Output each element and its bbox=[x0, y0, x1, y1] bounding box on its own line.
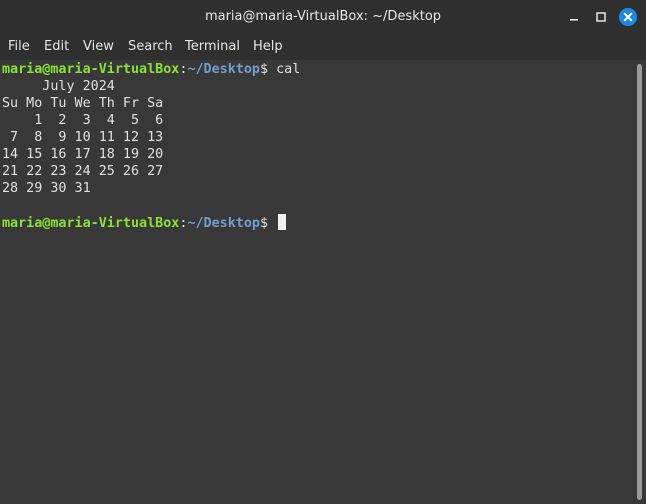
command-line: maria@maria-VirtualBox:~/Desktop$ cal bbox=[2, 61, 300, 78]
menu-edit[interactable]: Edit bbox=[44, 39, 69, 55]
calendar-week-row: 21 22 23 24 25 26 27 bbox=[2, 164, 164, 179]
prompt-symbol: $ bbox=[260, 216, 277, 231]
minimize-button[interactable] bbox=[564, 7, 584, 27]
scrollbar-thumb[interactable] bbox=[637, 64, 642, 500]
maximize-icon bbox=[596, 12, 606, 22]
maximize-button[interactable] bbox=[591, 7, 611, 27]
current-prompt-line: maria@maria-VirtualBox:~/Desktop$ bbox=[2, 214, 287, 231]
menu-view[interactable]: View bbox=[83, 39, 114, 55]
calendar-month-header: July 2024 bbox=[2, 79, 115, 94]
menu-help[interactable]: Help bbox=[253, 39, 283, 55]
close-icon bbox=[619, 8, 637, 26]
menu-terminal[interactable]: Terminal bbox=[185, 39, 240, 55]
menu-bar: File Edit View Search Terminal Help bbox=[0, 34, 646, 60]
minimize-icon bbox=[570, 19, 578, 21]
calendar-week-row: 1 2 3 4 5 6 bbox=[2, 113, 164, 128]
window-title: maria@maria-VirtualBox: ~/Desktop bbox=[204, 9, 442, 24]
terminal-window: maria@maria-VirtualBox: ~/Desktop File E… bbox=[0, 0, 646, 504]
prompt-symbol: $ bbox=[260, 62, 277, 77]
menu-file[interactable]: File bbox=[8, 39, 30, 55]
scrollbar[interactable] bbox=[634, 60, 646, 504]
title-bar[interactable]: maria@maria-VirtualBox: ~/Desktop bbox=[0, 0, 646, 34]
prompt-user: maria@maria-VirtualBox bbox=[2, 216, 180, 231]
menu-search[interactable]: Search bbox=[128, 39, 173, 55]
calendar-week-row: 28 29 30 31 bbox=[2, 181, 91, 196]
prompt-path: ~/Desktop bbox=[187, 216, 260, 231]
close-button[interactable] bbox=[618, 7, 638, 27]
calendar-week-row: 7 8 9 10 11 12 13 bbox=[2, 130, 164, 145]
prompt-user: maria@maria-VirtualBox bbox=[2, 62, 180, 77]
text-cursor bbox=[278, 214, 287, 230]
calendar-week-row: 14 15 16 17 18 19 20 bbox=[2, 147, 164, 162]
prompt-path: ~/Desktop bbox=[187, 62, 260, 77]
terminal-output[interactable]: maria@maria-VirtualBox:~/Desktop$ cal Ju… bbox=[0, 60, 634, 504]
command-text: cal bbox=[276, 62, 301, 77]
calendar-weekday-row: Su Mo Tu We Th Fr Sa bbox=[2, 96, 164, 111]
